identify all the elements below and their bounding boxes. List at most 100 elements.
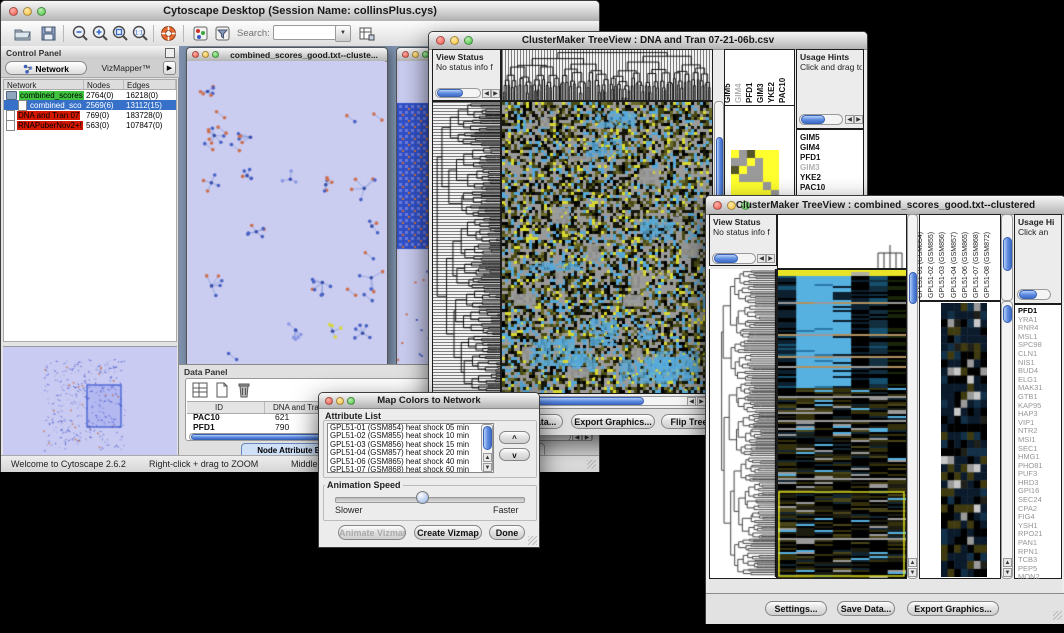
- button-export-graphics[interactable]: Export Graphics...: [907, 601, 999, 616]
- birdseye-panel[interactable]: [3, 346, 177, 456]
- attribute-list[interactable]: GPL51-01 (GSM854) heat shock 05 minGPL51…: [327, 423, 494, 473]
- scroll-right-button[interactable]: ▶: [491, 89, 500, 98]
- tab-vizmapper[interactable]: VizMapper™: [91, 61, 161, 75]
- zoom-labels-vscrollbar[interactable]: [1001, 214, 1013, 301]
- window-title: ClusterMaker TreeView : DNA and Tran 07-…: [429, 35, 867, 46]
- attribute-list-vscrollbar[interactable]: ▲ ▼: [481, 424, 493, 472]
- scroll-left-button[interactable]: ◀: [687, 397, 696, 406]
- usage-hints-title: Usage Hints: [800, 52, 849, 62]
- file-icon: [18, 100, 27, 111]
- network-row-combined-sco[interactable]: combined_sco2569(6)13112(15): [4, 100, 176, 110]
- move-up-button[interactable]: ^: [499, 431, 530, 444]
- network-view-window-1[interactable]: combined_scores_good.txt--cluste...: [186, 47, 388, 364]
- dialog-title: Map Colors to Network: [319, 395, 539, 406]
- sample-col-label-gpl51-06-4: GPL51-06 (GSM865): [962, 232, 969, 298]
- animation-speed-label: Animation Speed: [325, 480, 403, 490]
- zoom-row-label-gim3: GIM3: [800, 163, 825, 173]
- heatmap[interactable]: [777, 269, 907, 579]
- button-export-graphics[interactable]: Export Graphics...: [571, 414, 655, 429]
- scroll-up-button[interactable]: ▲: [908, 558, 917, 567]
- view-status-hscrollbar[interactable]: [435, 88, 481, 98]
- tab-network[interactable]: Network: [5, 61, 87, 75]
- network-row-dna-and-tran-07[interactable]: DNA and Tran 07769(0)183728(0): [4, 110, 176, 120]
- zoom-window-icon[interactable]: [212, 51, 219, 58]
- zoom-row-label-pac10: PAC10: [800, 183, 825, 193]
- minimize-icon[interactable]: [202, 51, 209, 58]
- row-dendrogram[interactable]: [432, 101, 501, 394]
- button-settings[interactable]: Settings...: [765, 601, 827, 616]
- delete-attribute-icon[interactable]: [235, 381, 253, 399]
- map-dialog-titlebar[interactable]: Map Colors to Network: [319, 393, 539, 409]
- import-table-icon[interactable]: [357, 24, 376, 43]
- sample-col-label-gpl51-07-5: GPL51-07 (GSM868): [973, 232, 980, 298]
- gene-labels-vscrollbar[interactable]: ▲ ▼: [1001, 301, 1013, 579]
- float-panel-icon[interactable]: [165, 48, 175, 58]
- minimize-icon[interactable]: [412, 51, 419, 58]
- sample-col-label-gpl51-02-1: GPL51-02 (GSM855): [928, 232, 935, 298]
- scroll-up-button[interactable]: ▲: [1003, 558, 1012, 567]
- cytoscape-titlebar[interactable]: Cytoscape Desktop (Session Name: collins…: [1, 1, 599, 22]
- close-icon[interactable]: [402, 51, 409, 58]
- scroll-left-button[interactable]: ◀: [482, 89, 491, 98]
- create-vizmap-button[interactable]: Create Vizmap: [414, 525, 482, 540]
- animate-vizmap-button[interactable]: Animate Vizmap: [338, 525, 406, 540]
- column-dendrogram[interactable]: [777, 214, 907, 269]
- treeview-combined-titlebar[interactable]: ClusterMaker TreeView : combined_scores_…: [706, 196, 1064, 215]
- resize-grip[interactable]: [1053, 611, 1062, 620]
- zoom-in-icon[interactable]: [91, 24, 110, 43]
- view-status-hscrollbar[interactable]: [712, 253, 756, 264]
- network-column-header[interactable]: Edges: [124, 80, 176, 89]
- search-input[interactable]: [273, 25, 337, 40]
- row-dendrogram[interactable]: [709, 269, 777, 579]
- resize-grip[interactable]: [587, 460, 596, 469]
- file-icon: [6, 120, 15, 131]
- zoom-fit-icon[interactable]: 1:1: [131, 24, 150, 43]
- heatmap-vscrollbar[interactable]: ▲ ▼: [907, 214, 918, 579]
- usage-hints-hscrollbar[interactable]: [1017, 289, 1051, 300]
- scroll-right-button[interactable]: ▶: [854, 115, 863, 124]
- zoom-selected-icon[interactable]: [111, 24, 130, 43]
- status-middle-hint: Middle-: [291, 459, 321, 469]
- zoom-heatmap-panel[interactable]: [919, 301, 1001, 579]
- button-save-data[interactable]: Save Data...: [837, 601, 895, 616]
- search-label: Search:: [237, 28, 270, 39]
- network-column-header[interactable]: Nodes: [84, 80, 124, 89]
- scroll-left-button[interactable]: ◀: [845, 115, 854, 124]
- slower-label: Slower: [335, 505, 363, 515]
- animation-speed-slider[interactable]: [335, 497, 525, 503]
- done-button[interactable]: Done: [489, 525, 525, 540]
- row-id: PFD1: [187, 422, 265, 432]
- scroll-down-button[interactable]: ▼: [908, 568, 917, 577]
- scroll-down-button[interactable]: ▼: [1003, 568, 1012, 577]
- attribute-item-gpl51-07[interactable]: GPL51-07 (GSM868) heat shock 60 min: [328, 466, 493, 473]
- filter-icon[interactable]: [213, 24, 232, 43]
- scroll-left-button[interactable]: ◀: [757, 254, 766, 263]
- attribute-select-icon[interactable]: [191, 381, 209, 399]
- search-dropdown-button[interactable]: ▼: [335, 25, 351, 42]
- usage-hints-hscrollbar[interactable]: [799, 114, 843, 125]
- treeview-dna-titlebar[interactable]: ClusterMaker TreeView : DNA and Tran 07-…: [429, 32, 867, 50]
- scroll-up-button[interactable]: ▲: [483, 453, 492, 462]
- window-title: ClusterMaker TreeView : combined_scores_…: [706, 200, 1064, 211]
- new-attribute-icon[interactable]: [213, 381, 231, 399]
- network-column-header[interactable]: Network: [4, 80, 84, 89]
- vizmap-icon[interactable]: [191, 24, 210, 43]
- resize-grip[interactable]: [528, 536, 537, 545]
- open-file-icon[interactable]: [13, 24, 32, 43]
- column-dendrogram[interactable]: [501, 49, 713, 101]
- save-icon[interactable]: [39, 24, 58, 43]
- close-icon[interactable]: [192, 51, 199, 58]
- sample-col-label-gpl51-03-2: GPL51-03 (GSM856): [939, 232, 946, 298]
- scroll-down-button[interactable]: ▼: [483, 463, 492, 472]
- network-row-rnapubernov2[interactable]: RNAPuberNov2+!563(0)107847(0): [4, 120, 176, 130]
- heatmap[interactable]: [501, 101, 713, 394]
- folder-icon: [6, 91, 17, 100]
- scroll-right-button[interactable]: ▶: [766, 254, 775, 263]
- network-name: RNAPuberNov2+!: [17, 121, 83, 130]
- help-icon[interactable]: [159, 24, 178, 43]
- slider-thumb[interactable]: [416, 491, 429, 504]
- move-down-button[interactable]: v: [499, 448, 530, 461]
- zoom-out-icon[interactable]: [71, 24, 90, 43]
- tab-overflow-button[interactable]: ▶: [163, 61, 176, 75]
- network-row-combined-scores[interactable]: combined_scores2764(0)16218(0): [4, 90, 176, 100]
